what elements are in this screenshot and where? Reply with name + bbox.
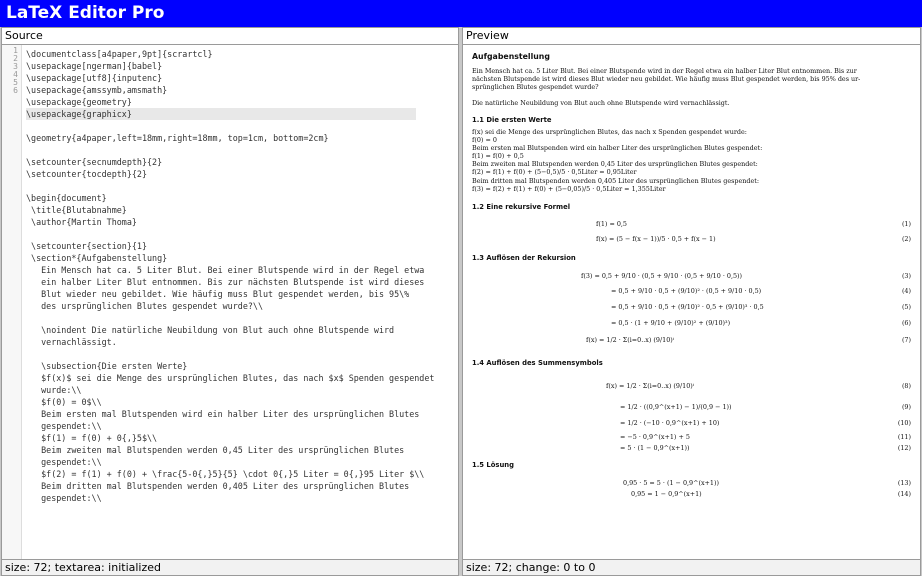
note-line: Die natürliche Neubildung von Blut auch … (472, 99, 730, 107)
line-number: 2 (13, 54, 18, 63)
equation-number: (13) (897, 479, 911, 487)
code-line[interactable]: \setcounter{secnumdepth}{2} (26, 156, 454, 168)
code-line[interactable]: \usepackage{amssymb,amsmath} (26, 84, 454, 96)
preview-header: Preview (463, 28, 920, 45)
code-line[interactable]: gespendet:\\ (26, 420, 454, 432)
intro-line: sprünglichen Blutes gespendet wurde? (472, 83, 599, 91)
code-line[interactable]: $f(x)$ sei die Menge des ursprünglichen … (26, 372, 454, 384)
code-line[interactable]: gespendet:\\ (26, 492, 454, 504)
equation: f(3) = 0,5 + 9/10 · (0,5 + 9/10 · (0,5 +… (581, 272, 743, 280)
line-number-gutter: 1 2 3 4 5 6 (2, 45, 22, 559)
code-line[interactable]: \usepackage[utf8]{inputenc} (26, 72, 454, 84)
text-line: f(3) = f(2) + f(1) + f(0) + (5−0,05)/5 ·… (472, 185, 666, 193)
source-header: Source (2, 28, 458, 45)
preview-document: Aufgabenstellung Ein Mensch hat ca. 5 Li… (463, 45, 920, 559)
code-line[interactable] (26, 312, 454, 324)
code-line[interactable] (26, 144, 454, 156)
code-line[interactable]: \geometry{a4paper,left=18mm,right=18mm, … (26, 132, 454, 144)
equation-number: (6) (901, 319, 911, 327)
code-line[interactable]: \author{Martin Thoma} (26, 216, 454, 228)
code-line[interactable]: \setcounter{section}{1} (26, 240, 454, 252)
equation: f(x) = 1/2 · Σ(i=0..x) (9/10)ⁱ (586, 336, 675, 344)
code-line[interactable]: \noindent Die natürliche Neubildung von … (26, 324, 454, 336)
code-line[interactable]: $f(1) = f(0) + 0{,}5$\\ (26, 432, 454, 444)
section-title: 1.2 Eine rekursive Formel (472, 203, 571, 211)
code-line[interactable] (26, 228, 454, 240)
code-line[interactable] (26, 120, 454, 132)
equation-number: (10) (897, 419, 911, 427)
equation-number: (1) (901, 220, 911, 228)
code-line[interactable]: \begin{document} (26, 192, 454, 204)
section-title: 1.1 Die ersten Werte (472, 116, 552, 124)
code-line[interactable]: \section*{Aufgabenstellung} (26, 252, 454, 264)
source-code[interactable]: \documentclass[a4paper,9pt]{scrartcl} \us… (26, 48, 454, 504)
text-line: f(x) sei die Menge des ursprünglichen Bl… (472, 128, 747, 136)
equation: f(1) = 0,5 (596, 220, 627, 228)
code-line[interactable]: Beim zweiten mal Blutspenden werden 0,45… (26, 444, 454, 456)
code-line[interactable] (26, 180, 454, 192)
equation: 0,95 · 5 = 5 · (1 − 0,9^(x+1)) (623, 479, 719, 487)
section-title: 1.3 Auflösen der Rekursion (472, 254, 576, 262)
line-number: 6 (13, 86, 18, 95)
code-line[interactable]: Beim dritten mal Blutspenden werden 0,40… (26, 480, 454, 492)
equation: f(x) = (5 − f(x − 1))/5 · 0,5 + f(x − 1) (596, 235, 716, 243)
line-number: 5 (13, 78, 18, 87)
code-line[interactable]: $f(2) = f(1) + f(0) + \frac{5-0{,}5}{5} … (26, 468, 454, 480)
code-line[interactable] (26, 348, 454, 360)
equation-number: (14) (897, 490, 911, 498)
code-line[interactable]: Ein Mensch hat ca. 5 Liter Blut. Bei ein… (26, 264, 454, 276)
equation: f(x) = 1/2 · Σ(i=0..x) (9/10)ⁱ (606, 382, 695, 390)
equation-number: (3) (901, 272, 911, 280)
code-line[interactable]: Blut wieder neu gebildet. Wie häufig mus… (26, 288, 454, 300)
source-pane: Source 1 2 3 4 5 6 \documentclass[a4pape… (1, 27, 459, 576)
equation-number: (8) (901, 382, 911, 390)
doc-title: Aufgabenstellung (472, 52, 550, 61)
text-line: f(2) = f(1) + f(0) + (5−0,5)/5 · 0,5Lite… (472, 168, 637, 176)
preview-status: size: 72; change: 0 to 0 (463, 559, 920, 575)
code-line[interactable]: \documentclass[a4paper,9pt]{scrartcl} (26, 48, 454, 60)
equation-number: (5) (901, 303, 911, 311)
preview-pane: Preview Aufgabenstellung Ein Mensch hat … (462, 27, 921, 576)
code-line[interactable]: ein halber Liter Blut entnommen. Bis zur… (26, 276, 454, 288)
code-line[interactable]: \usepackage{graphicx} (26, 108, 416, 120)
code-line[interactable]: \setcounter{tocdepth}{2} (26, 168, 454, 180)
equation-number: (2) (901, 235, 911, 243)
equation: = 0,5 + 9/10 · 0,5 + (9/10)² · 0,5 + (9/… (611, 303, 764, 311)
equation: = 0,5 + 9/10 · 0,5 + (9/10)² · (0,5 + 9/… (611, 287, 762, 295)
code-line[interactable]: $f(0) = 0$\\ (26, 396, 454, 408)
equation: = 5 · (1 − 0,9^(x+1)) (620, 444, 690, 452)
equation: = 0,5 · (1 + 9/10 + (9/10)² + (9/10)³) (611, 319, 731, 327)
code-line[interactable]: gespendet:\\ (26, 456, 454, 468)
code-line[interactable]: wurde:\\ (26, 384, 454, 396)
equation: = 1/2 · ((0,9^(x+1) − 1)/(0,9 − 1)) (620, 403, 732, 411)
code-line[interactable]: des ursprünglichen Blutes gespendet wurd… (26, 300, 454, 312)
code-line[interactable]: vernachlässigt. (26, 336, 454, 348)
app-title: LaTeX Editor Pro (0, 0, 922, 27)
section-title: 1.4 Auflösen des Summensymbols (472, 359, 603, 367)
equation-number: (7) (901, 336, 911, 344)
equation-number: (11) (897, 433, 911, 441)
equation: = 1/2 · (−10 · 0,9^(x+1) + 10) (620, 419, 720, 427)
code-line[interactable]: Beim ersten mal Blutspenden wird ein hal… (26, 408, 454, 420)
line-number: 3 (13, 62, 18, 71)
equation: 0,95 = 1 − 0,9^(x+1) (631, 490, 702, 498)
equation-number: (4) (901, 287, 911, 295)
equation-number: (12) (897, 444, 911, 452)
code-line[interactable]: \subsection{Die ersten Werte} (26, 360, 454, 372)
code-line[interactable]: \usepackage[ngerman]{babel} (26, 60, 454, 72)
equation-number: (9) (901, 403, 911, 411)
equation: = −5 · 0,9^(x+1) + 5 (620, 433, 690, 441)
source-editor[interactable]: 1 2 3 4 5 6 \documentclass[a4paper,9pt]{… (2, 45, 458, 559)
source-status: size: 72; textarea: initialized (2, 559, 458, 575)
section-title: 1.5 Lösung (472, 461, 514, 469)
code-line[interactable]: \title{Blutabnahme} (26, 204, 454, 216)
line-number: 1 (13, 46, 18, 55)
line-number: 4 (13, 70, 18, 79)
code-line[interactable]: \usepackage{geometry} (26, 96, 454, 108)
